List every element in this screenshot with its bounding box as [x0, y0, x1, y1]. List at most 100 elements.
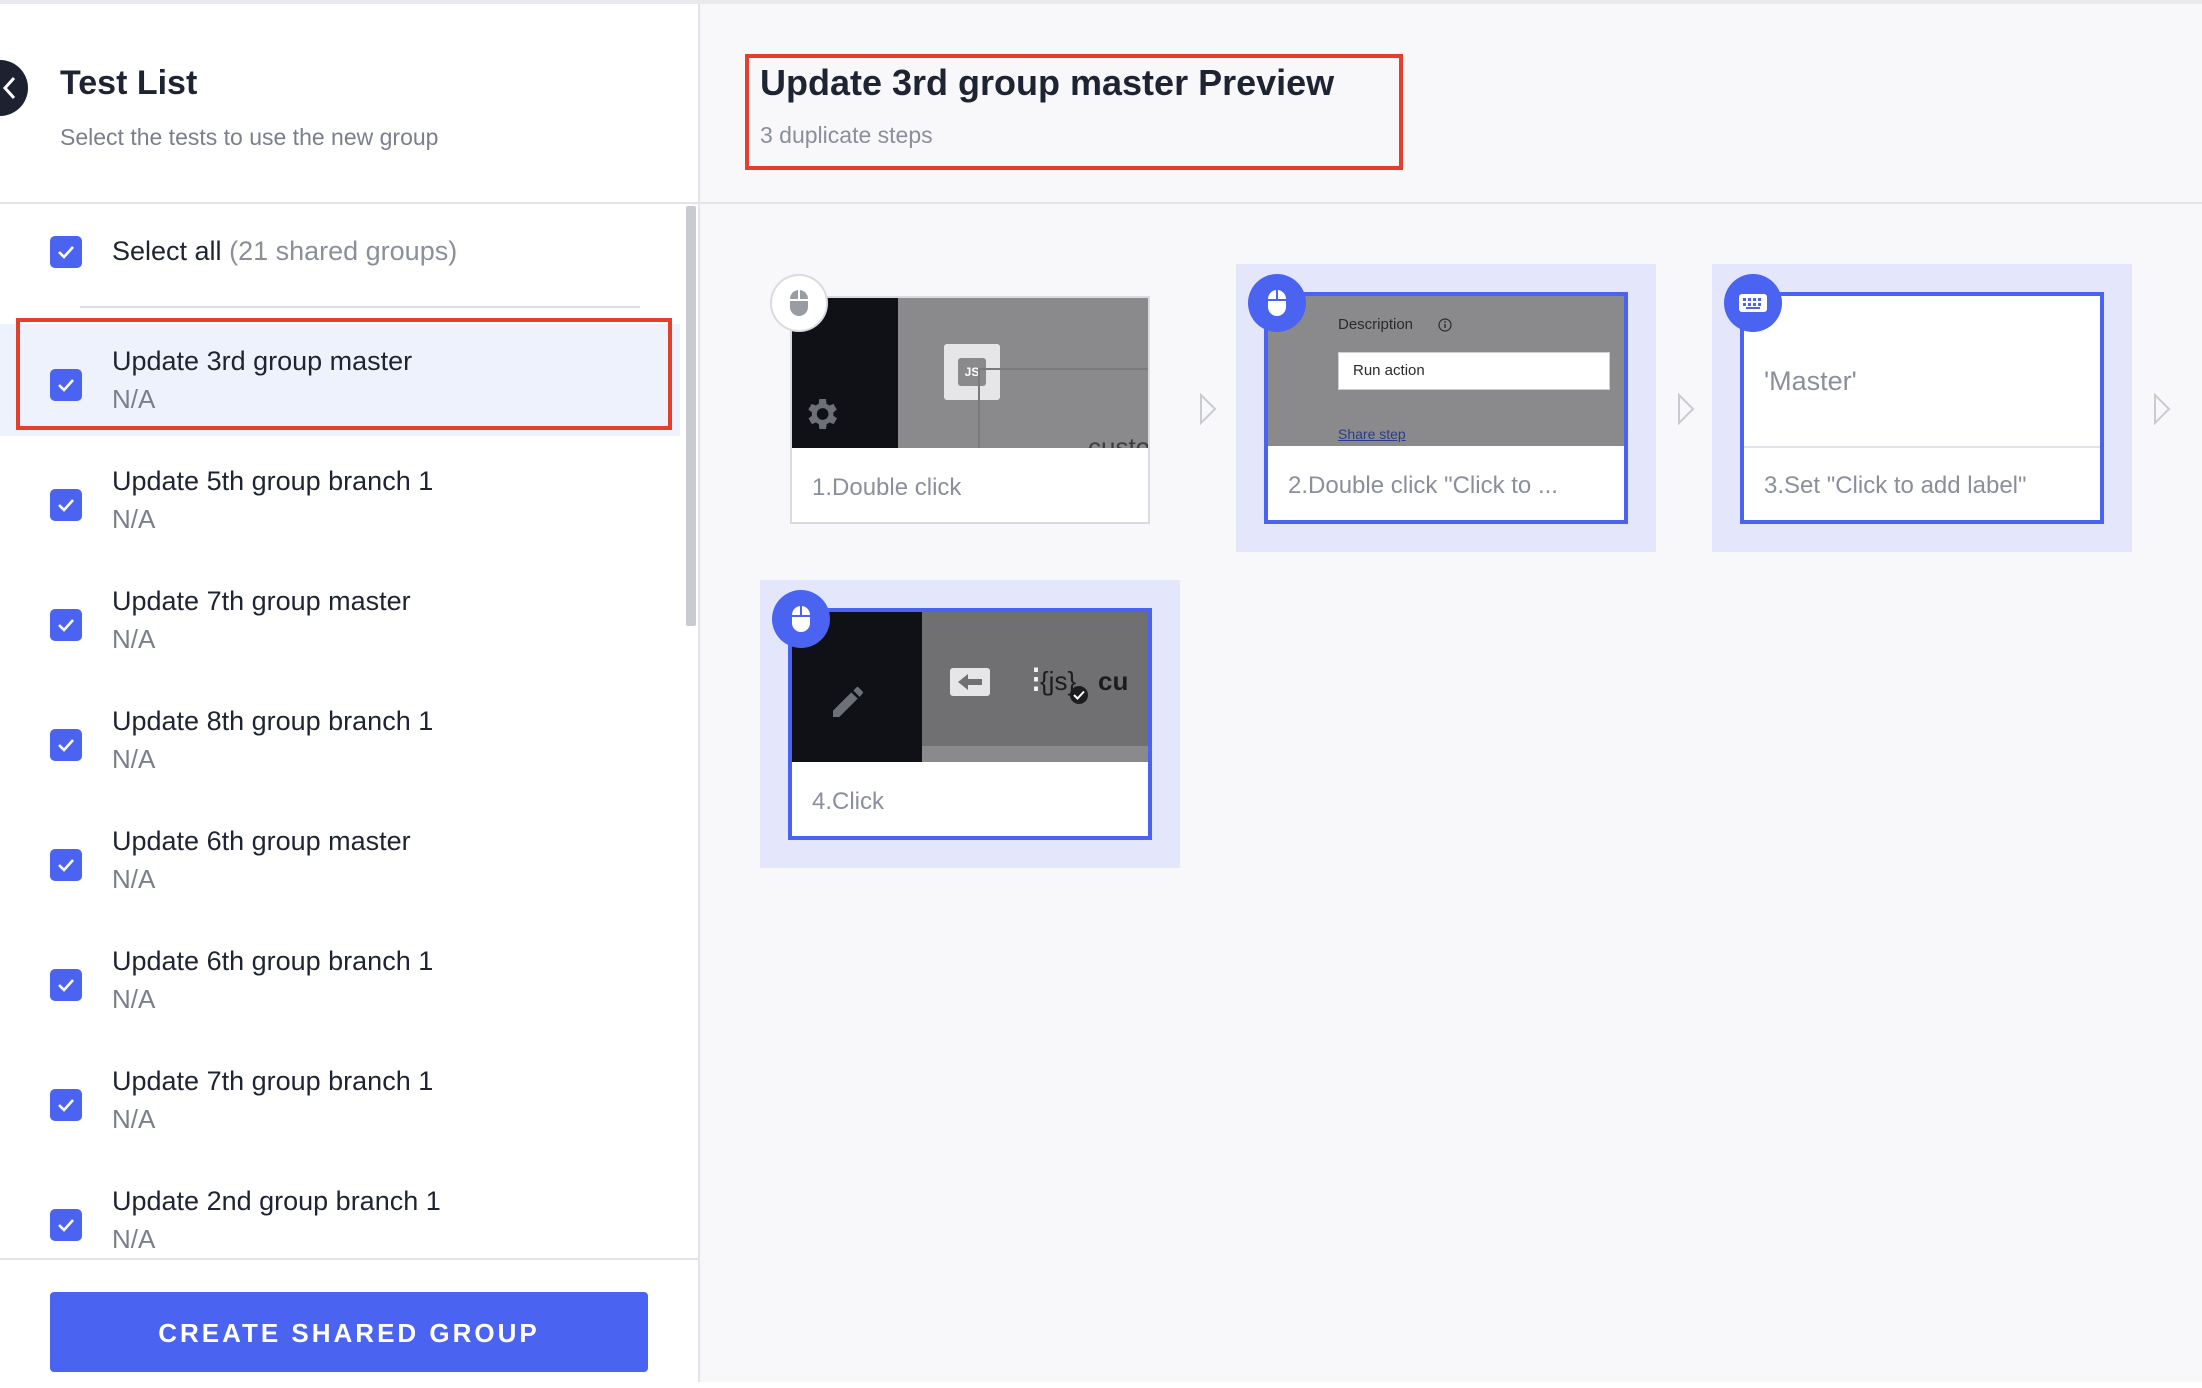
close-panel-button[interactable] — [0, 60, 28, 116]
select-all-checkbox[interactable] — [50, 236, 82, 268]
item-name: Update 7th group branch 1 — [112, 1066, 434, 1096]
item-checkbox[interactable] — [50, 849, 82, 881]
item-checkbox[interactable] — [50, 729, 82, 761]
arrow-left-icon — [958, 674, 982, 690]
item-sub: N/A — [112, 624, 156, 654]
item-name: Update 7th group master — [112, 586, 411, 616]
step-type-badge — [1248, 274, 1306, 332]
gear-icon — [808, 399, 837, 429]
list-item[interactable]: Update 2nd group branch 1 N/A — [0, 1164, 680, 1256]
step-label: 4.Click — [812, 788, 885, 815]
list-item[interactable]: Update 8th group branch 1 N/A — [0, 684, 680, 796]
item-checkbox[interactable] — [50, 369, 82, 401]
list-item[interactable]: Update 3rd group master N/A — [0, 324, 680, 436]
thumb-link: Share step — [1338, 426, 1406, 442]
step-arrow-icon — [1678, 392, 1695, 426]
list-item[interactable]: Update 5th group branch 1 N/A — [0, 444, 680, 556]
step-value: 'Master' — [1764, 366, 1857, 396]
preview-title: Update 3rd group master Preview — [760, 62, 1335, 103]
check-icon — [58, 619, 74, 632]
step-card[interactable]: 'Master' 3.Set "Click to add label" — [1740, 292, 2104, 524]
item-sub: N/A — [112, 744, 156, 774]
step-arrow-icon — [1200, 392, 1217, 426]
step-type-badge — [770, 274, 828, 332]
pencil-icon — [833, 687, 863, 717]
panel-subtitle: Select the tests to use the new group — [60, 124, 439, 150]
list-scrollbar[interactable] — [686, 206, 696, 626]
item-checkbox[interactable] — [50, 609, 82, 641]
step-type-badge — [772, 590, 830, 648]
mouse-icon — [1268, 290, 1286, 316]
select-all-label: Select all (21 shared groups) — [112, 236, 457, 267]
item-sub: N/A — [112, 1104, 156, 1134]
preview-panel: Update 3rd group master Preview 3 duplic… — [700, 4, 2202, 1382]
thumb-back-button — [950, 668, 990, 696]
step-label: 2.Double click "Click to ... — [1288, 472, 1558, 499]
test-list: Select all (21 shared groups) Update 3rd… — [0, 206, 680, 1256]
info-icon — [1438, 318, 1452, 332]
test-list-panel: Test List Select the tests to use the ne… — [0, 4, 700, 1388]
step-card[interactable]: Description Run action Share step 2.Doub… — [1264, 292, 1628, 524]
item-sub: N/A — [112, 1224, 156, 1254]
step-thumbnail: JS custom 1 — [792, 298, 1148, 448]
item-name: Update 6th group master — [112, 826, 411, 856]
check-icon — [58, 859, 74, 872]
check-icon — [58, 1099, 74, 1112]
chevron-left-icon — [2, 76, 16, 100]
item-name: Update 3rd group master — [112, 346, 413, 376]
thumb-input-value: Run action — [1353, 362, 1425, 379]
keyboard-icon — [1739, 294, 1767, 312]
thumb-text-2: cu — [1098, 666, 1129, 696]
step-thumbnail: 'Master' — [1744, 296, 2100, 448]
thumb-text: custom 1 — [1088, 432, 1148, 448]
item-name: Update 8th group branch 1 — [112, 706, 434, 736]
item-sub: N/A — [112, 384, 156, 414]
list-item[interactable]: Update 7th group branch 1 N/A — [0, 1044, 680, 1156]
item-name: Update 6th group branch 1 — [112, 946, 434, 976]
item-sub: N/A — [112, 984, 156, 1014]
check-icon — [58, 499, 74, 512]
item-checkbox[interactable] — [50, 969, 82, 1001]
create-shared-group-button[interactable]: CREATE SHARED GROUP — [50, 1292, 648, 1372]
check-icon — [58, 246, 74, 259]
divider — [700, 202, 2202, 204]
step-thumbnail: ⋮ {js} cu — [792, 612, 1148, 762]
shared-groups-count: (21 shared groups) — [229, 236, 458, 266]
panel-footer: CREATE SHARED GROUP — [0, 1258, 698, 1388]
mouse-icon — [792, 606, 810, 632]
panel-title: Test List — [60, 64, 198, 102]
check-icon — [1073, 690, 1085, 700]
step-label: 1.Double click — [812, 474, 962, 501]
list-item[interactable]: Update 6th group master N/A — [0, 804, 680, 916]
thumb-field-label: Description — [1338, 316, 1414, 333]
list-item[interactable]: Update 7th group master N/A — [0, 564, 680, 676]
divider — [0, 202, 698, 204]
step-thumbnail: Description Run action Share step — [1268, 296, 1624, 446]
item-sub: N/A — [112, 504, 156, 534]
step-label: 3.Set "Click to add label" — [1764, 472, 2027, 499]
step-card[interactable]: JS custom 1 1.Double click — [790, 296, 1150, 524]
thumb-canvas: JS custom 1 — [898, 298, 1148, 448]
check-icon — [58, 739, 74, 752]
step-type-badge — [1724, 274, 1782, 332]
item-name: Update 5th group branch 1 — [112, 466, 434, 496]
thumb-canvas: ⋮ {js} cu — [922, 612, 1148, 762]
check-icon — [58, 379, 74, 392]
check-circle-icon — [1070, 686, 1088, 704]
divider — [80, 306, 640, 308]
item-name: Update 2nd group branch 1 — [112, 1186, 441, 1216]
item-checkbox[interactable] — [50, 1089, 82, 1121]
list-item[interactable]: Update 6th group branch 1 N/A — [0, 924, 680, 1036]
check-icon — [58, 1219, 74, 1232]
item-checkbox[interactable] — [50, 489, 82, 521]
thumb-input: Run action — [1338, 352, 1610, 390]
select-all-row[interactable]: Select all (21 shared groups) — [0, 206, 680, 306]
step-card[interactable]: ⋮ {js} cu 4.Click — [788, 608, 1152, 840]
preview-subtitle: 3 duplicate steps — [760, 122, 933, 148]
select-all-text: Select all — [112, 236, 222, 266]
item-sub: N/A — [112, 864, 156, 894]
check-icon — [58, 979, 74, 992]
item-checkbox[interactable] — [50, 1209, 82, 1241]
mouse-icon — [790, 290, 808, 316]
step-arrow-icon — [2154, 392, 2171, 426]
